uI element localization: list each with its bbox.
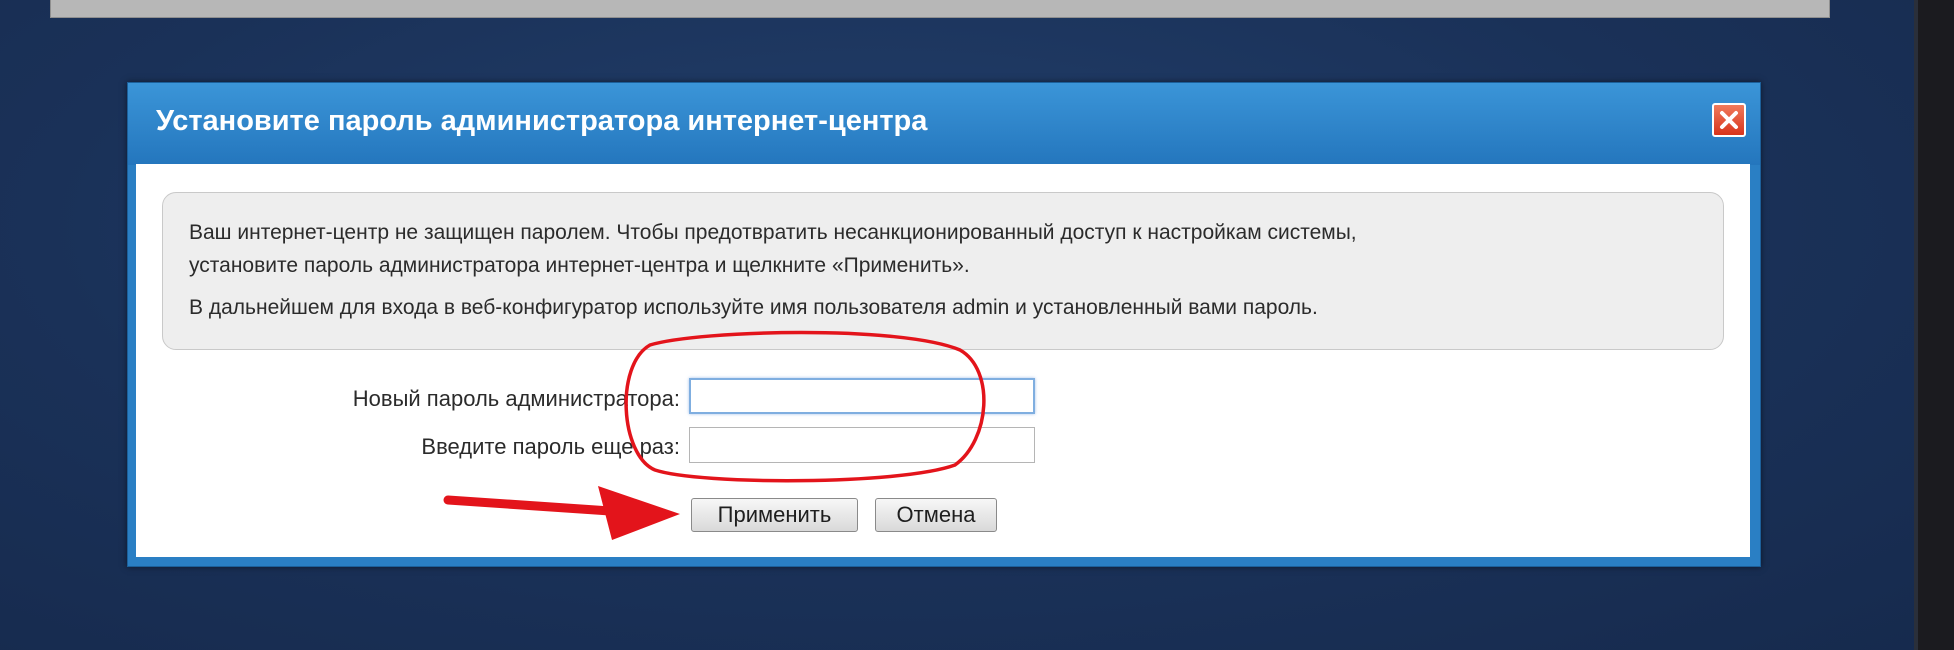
top-panel — [50, 0, 1830, 18]
right-edge-strip — [1918, 0, 1954, 650]
info-text-line-2: установите пароль администратора интерне… — [189, 254, 970, 277]
apply-button[interactable]: Применить — [691, 498, 858, 532]
dialog-titlebar: Установите пароль администратора интерне… — [128, 83, 1760, 165]
cancel-button[interactable]: Отмена — [875, 498, 997, 532]
info-text-line-3: В дальнейшем для входа в веб-конфигурато… — [189, 296, 1318, 319]
dialog-title: Установите пароль администратора интерне… — [156, 105, 928, 137]
info-box: Ваш интернет-центр не защищен паролем. Ч… — [162, 192, 1724, 350]
close-button[interactable] — [1712, 103, 1746, 137]
close-icon — [1720, 111, 1738, 129]
confirm-password-label: Введите пароль еще раз: — [421, 434, 680, 459]
info-text-line-1: Ваш интернет-центр не защищен паролем. Ч… — [189, 221, 1357, 244]
new-password-input[interactable] — [689, 378, 1035, 414]
confirm-password-input[interactable] — [689, 427, 1035, 463]
new-password-label: Новый пароль администратора: — [352, 386, 680, 411]
